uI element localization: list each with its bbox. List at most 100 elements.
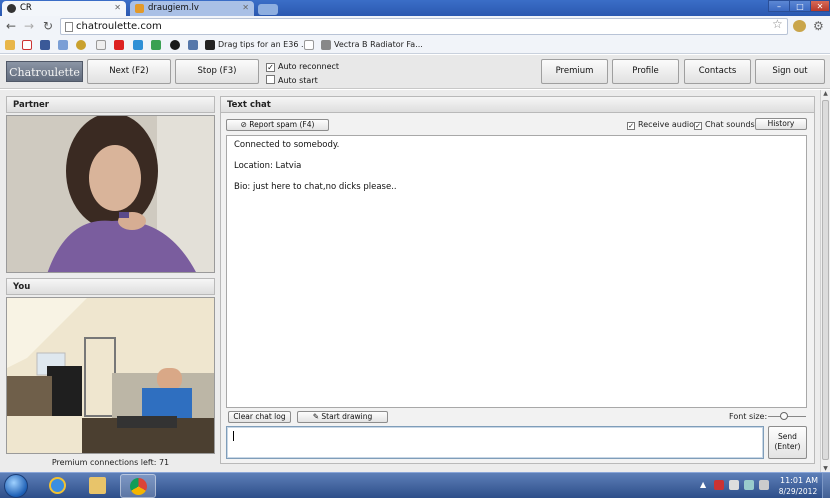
forward-arrow-icon[interactable]: → <box>24 19 34 33</box>
chatroulette-favicon-icon <box>7 4 16 13</box>
url-text: chatroulette.com <box>76 21 162 32</box>
send-label: Send <box>778 432 797 441</box>
tab-draugiem[interactable]: draugiem.lv ✕ <box>130 1 254 16</box>
send-button[interactable]: Send (Enter) <box>768 426 807 459</box>
maximize-button[interactable]: □ <box>789 0 811 12</box>
scroll-up-arrow-icon[interactable]: ▲ <box>821 90 830 97</box>
chat-message: Location: Latvia <box>234 161 302 171</box>
new-tab-button[interactable] <box>258 4 278 15</box>
text-caret <box>233 431 234 441</box>
stop-button[interactable]: Stop (F3) <box>175 59 259 84</box>
partner-video <box>6 115 215 273</box>
bookmark-icon[interactable] <box>151 40 161 50</box>
sign-out-button[interactable]: Sign out <box>755 59 825 84</box>
bookmark-icon[interactable] <box>58 40 68 50</box>
chat-sounds-label: Chat sounds <box>705 120 755 129</box>
folder-icon <box>89 477 106 494</box>
premium-connections-left: Premium connections left: 71 <box>51 458 170 467</box>
gmail-icon[interactable] <box>22 40 32 50</box>
bookmark-link[interactable]: Vectra B Radiator Fa... <box>334 40 423 49</box>
partner-header: Partner <box>6 96 215 113</box>
auto-start-label: Auto start <box>278 76 318 85</box>
reload-icon[interactable]: ↻ <box>43 19 53 33</box>
auto-reconnect-label: Auto reconnect <box>278 62 340 71</box>
chat-message-input[interactable] <box>226 426 764 459</box>
draugiem-favicon-icon <box>135 4 144 13</box>
bookmark-folder-icon[interactable] <box>5 40 15 50</box>
checkmark-icon: ✓ <box>694 122 702 130</box>
text-chat-header: Text chat <box>220 96 815 113</box>
minimize-button[interactable]: – <box>768 0 790 12</box>
chrome-icon <box>130 478 147 495</box>
premium-button[interactable]: Premium <box>541 59 608 84</box>
no-symbol-icon: ⊘ <box>240 120 250 129</box>
bookmark-icon[interactable] <box>133 40 143 50</box>
close-icon[interactable]: ✕ <box>242 3 249 12</box>
receive-audio-label: Receive audio <box>638 120 695 129</box>
chat-log: Connected to somebody. Location: Latvia … <box>226 135 807 408</box>
file-explorer-taskbar-button[interactable] <box>80 474 116 498</box>
bookmark-icon[interactable] <box>205 40 215 50</box>
extension-icon[interactable] <box>793 20 806 32</box>
chat-sounds-checkbox[interactable]: ✓ Chat sounds <box>694 120 755 130</box>
ebay-icon[interactable] <box>96 40 106 50</box>
history-button[interactable]: History <box>755 118 807 130</box>
window-close-button[interactable]: ✕ <box>810 0 830 12</box>
internet-explorer-icon <box>49 477 66 494</box>
page-scrollbar[interactable]: ▲ ▼ <box>820 90 830 472</box>
page-icon <box>65 22 73 32</box>
clock-date[interactable]: 8/29/2012 <box>775 487 821 496</box>
bookmark-icon <box>321 40 331 50</box>
clear-chat-log-button[interactable]: Clear chat log <box>228 411 291 423</box>
start-button[interactable] <box>4 474 28 498</box>
windows-taskbar: ▲ 11:01 AM 8/29/2012 <box>0 472 830 498</box>
profile-button[interactable]: Profile <box>612 59 679 84</box>
tab-cr[interactable]: CR ✕ <box>2 1 126 16</box>
site-header: Chatroulette Next (F2) Stop (F3) ✓ Auto r… <box>0 55 830 89</box>
auto-reconnect-checkbox[interactable]: ✓ Auto reconnect <box>266 62 339 72</box>
checkmark-icon: ✓ <box>266 63 275 72</box>
tray-expand-icon[interactable]: ▲ <box>700 480 706 489</box>
bookmarks-bar: Drag tips for an E36 ... Vectra B Radiat… <box>0 37 830 54</box>
bookmark-icon[interactable] <box>76 40 86 50</box>
font-size-slider-handle[interactable] <box>780 412 788 420</box>
bookmark-icon[interactable] <box>188 40 198 50</box>
start-drawing-label: Start drawing <box>321 412 373 421</box>
address-bar[interactable]: chatroulette.com <box>60 18 788 35</box>
network-icon[interactable] <box>744 480 754 490</box>
next-button[interactable]: Next (F2) <box>87 59 171 84</box>
report-spam-label: Report spam (F4) <box>249 120 315 129</box>
page-icon <box>304 40 314 50</box>
self-video <box>6 297 215 454</box>
tray-app-icon[interactable] <box>729 480 739 490</box>
chat-message: Bio: just here to chat,no dicks please.. <box>234 182 397 192</box>
youtube-icon[interactable] <box>114 40 124 50</box>
send-shortcut-label: (Enter) <box>774 442 801 451</box>
bookmark-link[interactable]: Drag tips for an E36 ... <box>218 40 309 49</box>
auto-start-checkbox[interactable]: Auto start <box>266 75 318 85</box>
facebook-icon[interactable] <box>40 40 50 50</box>
start-drawing-button[interactable]: ✎ Start drawing <box>297 411 388 423</box>
wrench-icon[interactable]: ⚙ <box>813 19 824 33</box>
chat-message: Connected to somebody. <box>234 140 340 150</box>
show-desktop-button[interactable] <box>822 473 830 498</box>
chrome-taskbar-button[interactable] <box>120 474 156 498</box>
scroll-thumb[interactable] <box>822 100 829 460</box>
internet-explorer-taskbar-button[interactable] <box>40 474 76 498</box>
scroll-down-arrow-icon[interactable]: ▼ <box>821 465 830 472</box>
receive-audio-checkbox[interactable]: ✓ Receive audio <box>627 120 694 130</box>
self-webcam-image <box>7 298 214 453</box>
chatroulette-logo[interactable]: Chatroulette <box>6 61 83 82</box>
bookmark-icon[interactable] <box>170 40 180 50</box>
checkmark-icon: ✓ <box>627 122 635 130</box>
contacts-button[interactable]: Contacts <box>684 59 751 84</box>
volume-icon[interactable] <box>759 480 769 490</box>
report-spam-button[interactable]: ⊘ Report spam (F4) <box>226 119 329 131</box>
close-icon[interactable]: ✕ <box>114 3 121 12</box>
tab-title: draugiem.lv <box>148 3 199 13</box>
clock-time[interactable]: 11:01 AM <box>779 476 819 485</box>
bookmark-star-icon[interactable]: ☆ <box>772 17 783 31</box>
tray-app-icon[interactable] <box>714 480 724 490</box>
back-arrow-icon[interactable]: ← <box>6 19 16 33</box>
browser-toolbar: ← → ↻ chatroulette.com ☆ ⚙ <box>0 16 830 37</box>
